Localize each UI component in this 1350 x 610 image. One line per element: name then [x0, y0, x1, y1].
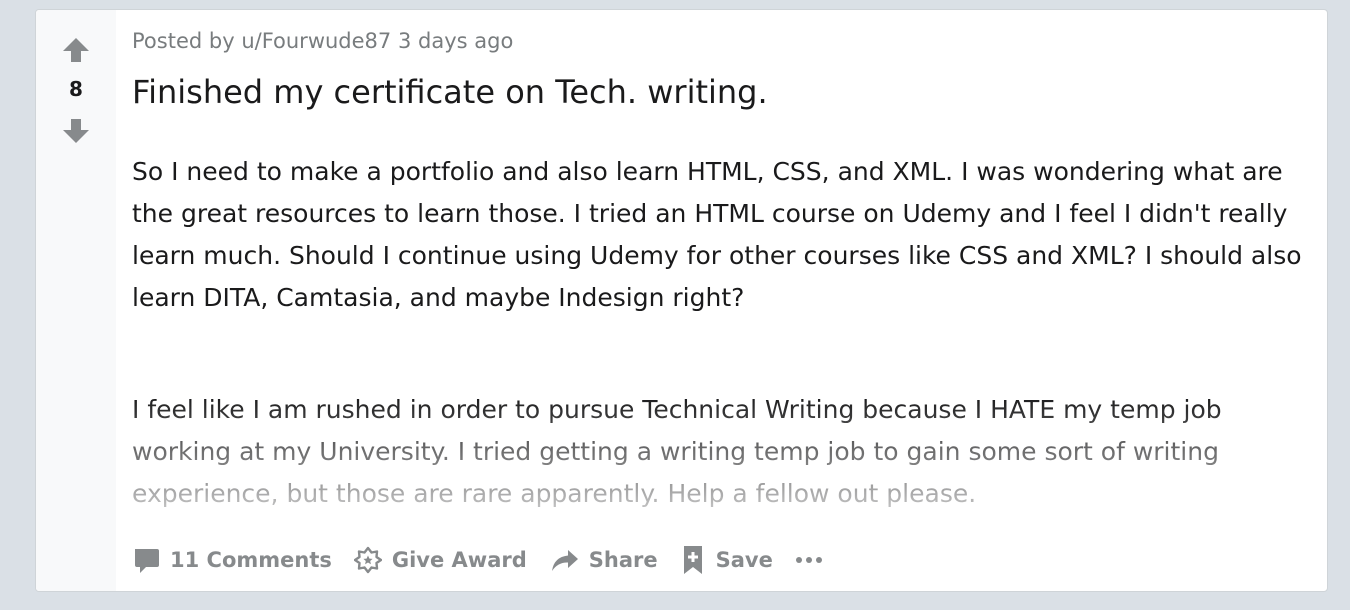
save-label: Save [715, 548, 773, 572]
vote-score: 8 [69, 77, 83, 101]
comment-bubble-icon [132, 546, 160, 574]
comments-button[interactable]: 11 Comments [132, 540, 332, 580]
post-content: Posted by u/Fourwude87 3 days ago Finish… [132, 10, 1307, 591]
share-button[interactable]: Share [549, 540, 658, 580]
award-icon [353, 546, 382, 574]
share-label: Share [588, 548, 658, 572]
body-paragraph: I feel like I am rushed in order to purs… [132, 395, 1222, 508]
upvote-button[interactable] [62, 36, 90, 64]
post-timestamp[interactable]: 3 days ago [398, 29, 513, 53]
downvote-button[interactable] [62, 117, 90, 145]
comments-label: 11 Comments [170, 548, 332, 572]
give-award-button[interactable]: Give Award [353, 540, 527, 580]
arrow-up-icon [63, 38, 89, 62]
post-meta: Posted by u/Fourwude87 3 days ago [132, 29, 513, 53]
bookmark-icon [680, 544, 706, 576]
save-button[interactable]: Save [680, 540, 773, 580]
body-paragraph: So I need to make a portfolio and also l… [132, 157, 1302, 312]
posted-by-label: Posted by [132, 29, 235, 53]
post-actions: 11 Comments Give Award Share Save [132, 540, 823, 580]
share-arrow-icon [549, 546, 579, 574]
author-link[interactable]: u/Fourwude87 [241, 29, 391, 53]
arrow-down-icon [63, 119, 89, 143]
post-title[interactable]: Finished my certificate on Tech. writing… [132, 73, 768, 111]
post-card[interactable]: 8 Posted by u/Fourwude87 3 days ago Fini… [35, 9, 1328, 592]
more-dots-icon [795, 557, 822, 563]
vote-column: 8 [36, 10, 116, 591]
give-award-label: Give Award [391, 548, 527, 572]
post-body: So I need to make a portfolio and also l… [132, 151, 1312, 519]
more-options-button[interactable] [795, 540, 823, 580]
